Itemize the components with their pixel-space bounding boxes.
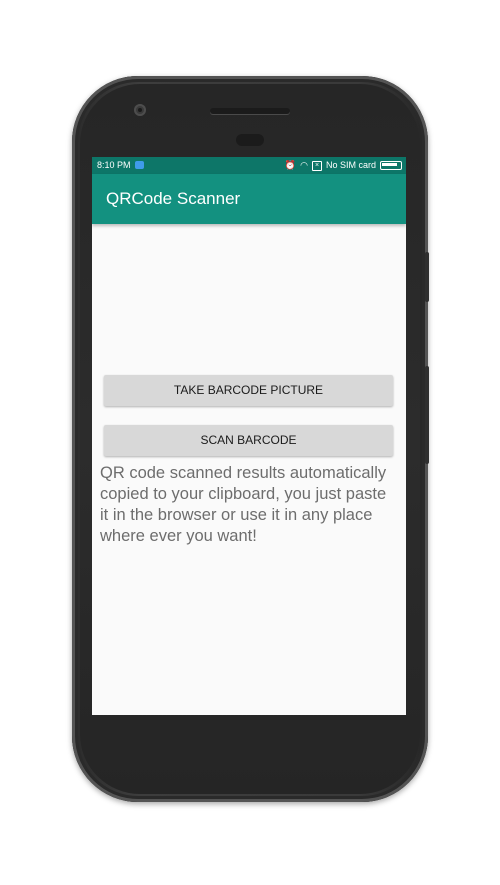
no-sim-icon: × — [311, 160, 322, 171]
phone-screen: 8:10 PM ⏰ ◠ × No SIM card QRCode Scanner… — [92, 157, 406, 715]
take-barcode-picture-button[interactable]: TAKE BARCODE PICTURE — [104, 375, 393, 406]
alarm-icon: ⏰ — [284, 160, 297, 170]
app-title: QRCode Scanner — [106, 189, 241, 208]
info-message: QR code scanned results automatically co… — [100, 464, 387, 545]
proximity-sensor — [236, 134, 264, 146]
notification-icon — [135, 161, 144, 169]
front-camera — [134, 104, 146, 116]
earpiece-speaker — [210, 108, 290, 114]
status-time: 8:10 PM — [97, 160, 131, 170]
power-button — [425, 252, 429, 302]
sim-status-text: No SIM card — [325, 160, 376, 170]
volume-button — [425, 366, 429, 464]
wifi-icon: ◠ — [300, 160, 308, 170]
status-bar: 8:10 PM ⏰ ◠ × No SIM card — [92, 157, 406, 174]
scan-barcode-button[interactable]: SCAN BARCODE — [104, 425, 393, 456]
battery-icon — [380, 161, 402, 170]
status-icons: ⏰ ◠ × No SIM card — [285, 157, 402, 174]
app-bar: QRCode Scanner — [92, 174, 406, 224]
